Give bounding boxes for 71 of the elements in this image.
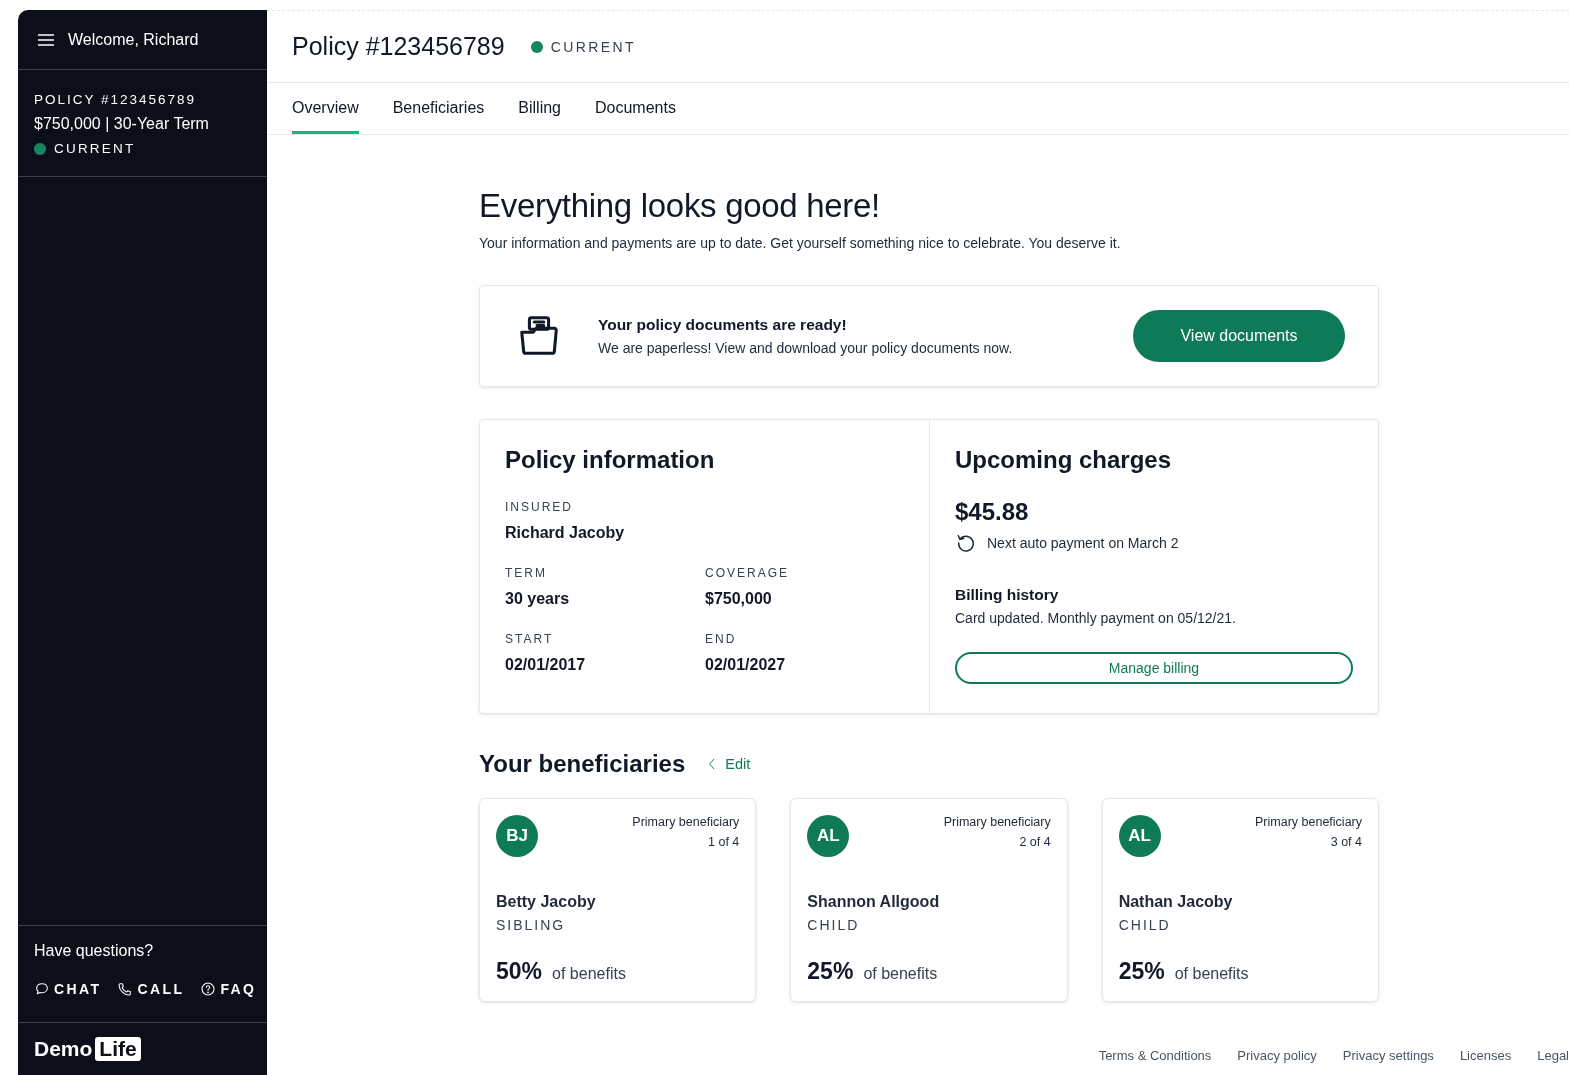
charge-amount: $45.88	[955, 498, 1030, 526]
footer-link[interactable]: Privacy settings	[1342, 1048, 1434, 1063]
faq-link[interactable]: FAQ	[200, 975, 265, 1003]
beneficiary-relation: CHILD	[807, 917, 861, 933]
beneficiary-relation: CHILD	[1118, 917, 1172, 933]
tab[interactable]: Overview	[292, 83, 359, 134]
view-documents-button[interactable]: View documents	[1133, 310, 1345, 362]
field-value: $750,000	[705, 590, 773, 608]
field-value: Richard Jacoby	[505, 524, 626, 542]
page-heading: Everything looks good here!	[479, 187, 881, 225]
policy-number: POLICY #123456789	[34, 92, 198, 107]
page-title: Policy #123456789	[292, 32, 505, 61]
call-link[interactable]: CALL	[117, 975, 193, 1003]
footer-link[interactable]: Privacy policy	[1237, 1048, 1317, 1063]
edit-link[interactable]: Edit	[705, 756, 751, 772]
banner-text: We are paperless! View and download your policy documents now.	[598, 340, 1014, 356]
benefit-share: 25%	[807, 958, 854, 985]
initials-avatar: AL	[807, 815, 850, 857]
beneficiary-role: Primary beneficiary	[1255, 815, 1362, 829]
status-label: CURRENT	[54, 141, 136, 156]
question-circle-icon	[200, 981, 217, 997]
initials-avatar: BJ	[496, 815, 538, 857]
status-label: CURRENT	[550, 38, 636, 55]
welcome-text: Welcome, Richard	[68, 30, 199, 49]
section-title: Your beneficiaries	[479, 750, 686, 778]
benefit-share: 25%	[1118, 958, 1165, 985]
beneficiary-position: 2 of 4	[1019, 835, 1051, 849]
phone-icon	[117, 981, 134, 997]
beneficiary-relation: SIBLING	[496, 917, 567, 933]
tab[interactable]: Documents	[595, 83, 676, 134]
benefit-share: 50%	[496, 958, 543, 985]
refresh-icon	[955, 532, 977, 554]
field-value: 30 years	[505, 590, 571, 608]
tab[interactable]: Beneficiaries	[392, 83, 485, 134]
card-title: Policy information	[505, 446, 716, 474]
beneficiary-position: 3 of 4	[1330, 835, 1362, 849]
footer-link[interactable]: Licenses	[1459, 1048, 1512, 1063]
beneficiary-name: Betty Jacoby	[496, 893, 597, 911]
chat-bubble-icon	[34, 981, 50, 997]
policy-summary: $750,000 | 30-Year Term	[34, 115, 210, 133]
chat-link[interactable]: CHAT	[34, 975, 110, 1003]
card-title: Upcoming charges	[955, 446, 1173, 474]
initials-avatar: AL	[1118, 815, 1161, 857]
benefit-share-label: of benefits	[1174, 965, 1249, 983]
status-message: Your information and payments are up to date. Get yourself something nice to celebrate. You deserve it.	[479, 235, 1122, 251]
benefit-share-label: of benefits	[552, 965, 626, 983]
footer-link[interactable]: Legal	[1537, 1048, 1569, 1063]
tab[interactable]: Billing	[518, 83, 561, 134]
field-label: TERM	[505, 566, 548, 580]
next-payment-text: Next auto payment on March 2	[987, 535, 1179, 551]
field-label: START	[505, 632, 555, 646]
beneficiary-position: 1 of 4	[708, 835, 740, 849]
billing-history-title: Billing history	[955, 586, 1060, 604]
benefit-share-label: of benefits	[863, 965, 938, 983]
field-label: INSURED	[505, 500, 574, 514]
field-label: COVERAGE	[705, 566, 790, 580]
beneficiary-name: Nathan Jacoby	[1118, 893, 1234, 911]
status-dot	[34, 142, 46, 155]
help-heading: Have questions?	[34, 942, 155, 960]
beneficiary-name: Shannon Allgood	[807, 893, 941, 911]
manage-billing-button[interactable]: Manage billing	[955, 652, 1353, 684]
status-dot	[530, 40, 543, 53]
beneficiary-role: Primary beneficiary	[632, 815, 740, 829]
brand-logo: Demo Life	[34, 1037, 141, 1061]
billing-history-text: Card updated. Monthly payment on 05/12/21.	[955, 610, 1237, 626]
banner-title: Your policy documents are ready!	[598, 316, 848, 334]
beneficiary-role: Primary beneficiary	[943, 815, 1051, 829]
field-label: END	[705, 632, 738, 646]
footer-link[interactable]: Terms & Conditions	[1098, 1048, 1212, 1063]
field-value: 02/01/2017	[505, 656, 587, 674]
field-value: 02/01/2027	[705, 656, 787, 674]
